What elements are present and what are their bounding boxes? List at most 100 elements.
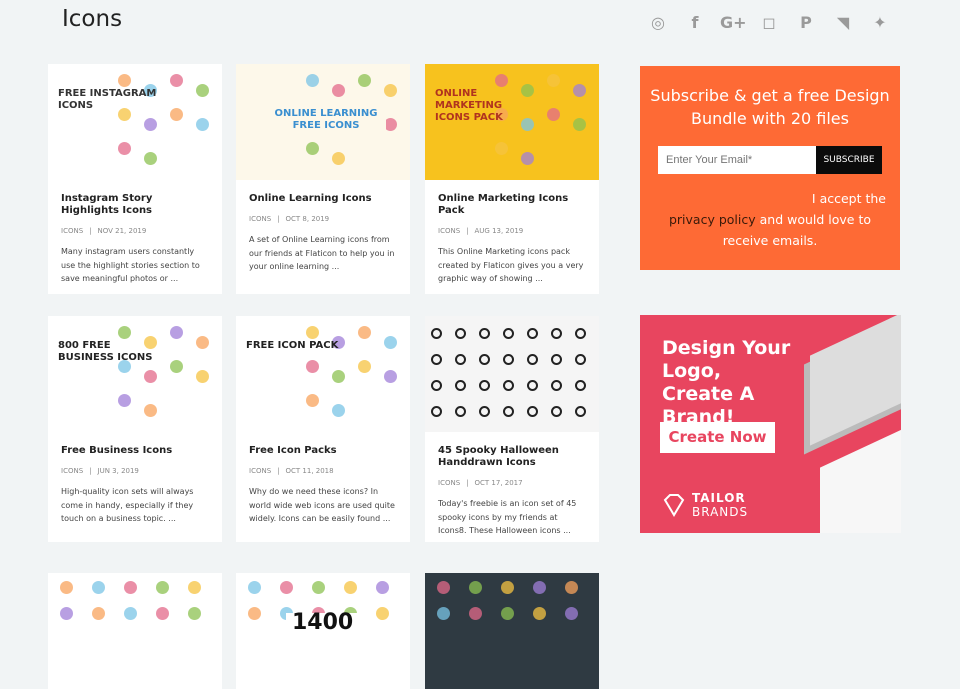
post-thumbnail[interactable]: ONLINE LEARNING FREE ICONS: [236, 64, 410, 180]
post-excerpt: A set of Online Learning icons from our …: [249, 235, 395, 271]
thumbnail-icon: [306, 360, 319, 373]
post-meta: ICONS | OCT 17, 2017: [438, 479, 523, 487]
post-card[interactable]: [425, 573, 599, 689]
dribbble-icon[interactable]: ◎: [646, 12, 670, 34]
create-now-button[interactable]: Create Now: [660, 422, 775, 453]
post-body: Instagram Story Highlights Icons ICONS | N…: [48, 180, 222, 296]
thumbnail-icon: [280, 581, 293, 594]
post-thumbnail[interactable]: 1400: [236, 573, 410, 689]
post-body: Free Icon Packs ICONS | OCT 11, 2018 Why d…: [236, 432, 410, 536]
thumbnail-caption: ONLINE MARKETING ICONS PACK: [435, 88, 503, 123]
thumbnail-icon: [144, 370, 157, 383]
ad-headline: Design Your Logo, Create A Brand!: [662, 337, 791, 428]
instagram-icon[interactable]: ◻: [757, 12, 781, 34]
thumbnail-icon: [384, 370, 397, 383]
thumbnail-icon: [170, 326, 183, 339]
subscribe-heading: Subscribe & get a free Design Bundle wit…: [650, 86, 890, 128]
thumbnail-caption: 800 FREE BUSINESS ICONS: [58, 340, 153, 363]
post-date: OCT 8, 2019: [285, 215, 330, 223]
thumbnail-icon: [384, 336, 397, 349]
thumbnail-icon: [188, 607, 201, 620]
halloween-icon: [551, 354, 562, 365]
post-thumbnail[interactable]: [425, 316, 599, 432]
thumbnail-icon: [437, 607, 450, 620]
subscribe-button[interactable]: SUBSCRIBE: [816, 146, 882, 174]
post-date: JUN 3, 2019: [97, 467, 139, 475]
thumbnail-icon: [144, 118, 157, 131]
brand-line-2: BRANDS: [692, 505, 749, 519]
thumbnail-icon: [384, 84, 397, 97]
thumbnail-icon: [124, 581, 137, 594]
thumbnail-icon: [248, 581, 261, 594]
thumbnail-icon: [170, 360, 183, 373]
post-title[interactable]: Free Business Icons: [61, 445, 209, 457]
thumbnail-icon: [495, 74, 508, 87]
post-body: Free Business Icons ICONS | JUN 3, 2019 Hi…: [48, 432, 222, 536]
halloween-icon: [527, 380, 538, 391]
post-card[interactable]: FREE INSTAGRAM ICONS Instagram Story High…: [48, 64, 222, 294]
post-category[interactable]: ICONS: [438, 479, 460, 487]
halloween-icon: [503, 380, 514, 391]
privacy-policy-link[interactable]: privacy policy: [669, 212, 756, 227]
halloween-icon: [479, 328, 490, 339]
thumbnail-icon: [437, 581, 450, 594]
post-card[interactable]: 1400: [236, 573, 410, 689]
post-title[interactable]: Online Learning Icons: [249, 193, 397, 205]
halloween-icon: [527, 354, 538, 365]
thumbnail-icon: [533, 581, 546, 594]
post-card[interactable]: 800 FREE BUSINESS ICONS Free Business Ico…: [48, 316, 222, 542]
halloween-icon: [551, 380, 562, 391]
rss-icon[interactable]: ◥: [831, 12, 855, 34]
post-thumbnail[interactable]: 800 FREE BUSINESS ICONS: [48, 316, 222, 432]
post-meta: ICONS | AUG 13, 2019: [438, 227, 524, 235]
post-thumbnail[interactable]: FREE ICON PACK: [236, 316, 410, 432]
post-thumbnail[interactable]: ONLINE MARKETING ICONS PACK: [425, 64, 599, 180]
halloween-icon: [479, 354, 490, 365]
post-thumbnail[interactable]: [425, 573, 599, 689]
post-thumbnail[interactable]: [48, 573, 222, 689]
post-category[interactable]: ICONS: [61, 227, 83, 235]
post-category[interactable]: ICONS: [61, 467, 83, 475]
halloween-icon: [431, 380, 442, 391]
post-card[interactable]: ONLINE LEARNING FREE ICONS Online Learnin…: [236, 64, 410, 294]
post-category[interactable]: ICONS: [249, 215, 271, 223]
thumbnail-icon: [306, 326, 319, 339]
post-thumbnail[interactable]: FREE INSTAGRAM ICONS: [48, 64, 222, 180]
post-card[interactable]: [48, 573, 222, 689]
thumbnail-caption: FREE ICON PACK: [246, 340, 339, 351]
post-category[interactable]: ICONS: [438, 227, 460, 235]
post-card[interactable]: 45 Spooky Halloween Handdrawn Icons ICON…: [425, 316, 599, 542]
halloween-icon: [431, 328, 442, 339]
email-input[interactable]: [658, 146, 816, 174]
tailor-brands-ad[interactable]: Design Your Logo, Create A Brand! Create…: [640, 315, 901, 533]
page-title: Icons: [62, 6, 123, 32]
post-card[interactable]: FREE ICON PACK Free Icon Packs ICONS | OCT …: [236, 316, 410, 542]
post-title[interactable]: Instagram Story Highlights Icons: [61, 193, 209, 217]
halloween-icon: [551, 328, 562, 339]
thumbnail-icon: [547, 108, 560, 121]
thumbnail-icon: [156, 607, 169, 620]
post-title[interactable]: Online Marketing Icons Pack: [438, 193, 586, 217]
thumbnail-icon: [248, 607, 261, 620]
pinterest-icon[interactable]: P: [794, 12, 818, 34]
post-title[interactable]: Free Icon Packs: [249, 445, 397, 457]
thumbnail-icon: [144, 152, 157, 165]
post-title[interactable]: 45 Spooky Halloween Handdrawn Icons: [438, 445, 586, 469]
halloween-icon: [503, 406, 514, 417]
thumbnail-icon: [332, 84, 345, 97]
thumbnail-icon: [332, 404, 345, 417]
thumbnail-icon: [118, 74, 131, 87]
post-category[interactable]: ICONS: [249, 467, 271, 475]
post-body: Online Learning Icons ICONS | OCT 8, 2019 …: [236, 180, 410, 284]
post-excerpt: Today's freebie is an icon set of 45 spo…: [438, 499, 577, 535]
consent-text: I accept the privacy policy and would lo…: [640, 188, 900, 251]
facebook-icon[interactable]: f: [683, 12, 707, 34]
thumbnail-icon: [188, 581, 201, 594]
twitter-icon[interactable]: ✦: [868, 12, 892, 34]
post-date: AUG 13, 2019: [474, 227, 524, 235]
post-card[interactable]: ONLINE MARKETING ICONS PACK Online Market…: [425, 64, 599, 294]
google-plus-icon[interactable]: G+: [720, 12, 747, 34]
thumbnail-icon: [118, 326, 131, 339]
brand-line-1: TAILOR: [692, 491, 746, 505]
thumbnail-icon: [306, 74, 319, 87]
